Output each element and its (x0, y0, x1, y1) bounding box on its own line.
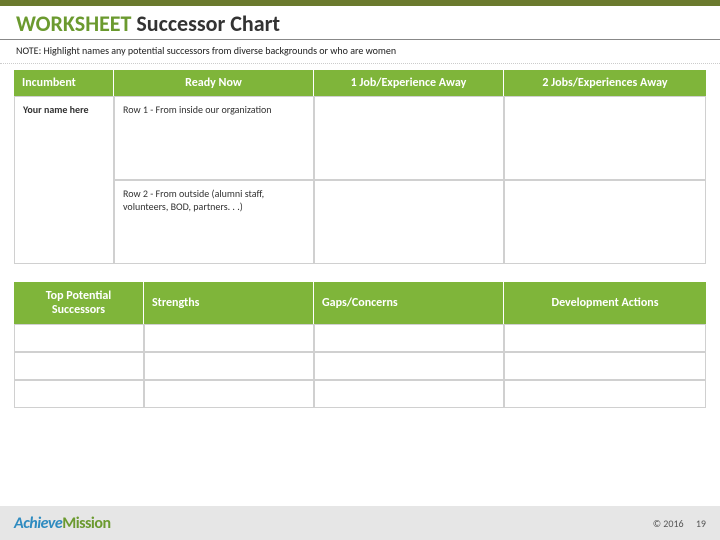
cell (14, 324, 144, 352)
cell (504, 352, 706, 380)
table-row: Row 2 - From outside (alumni staff, volu… (14, 180, 706, 264)
content-area: Incumbent Ready Now 1 Job/Experience Awa… (0, 70, 720, 408)
row2-one-away (314, 180, 504, 264)
cell (504, 324, 706, 352)
row2-ready: Row 2 - From outside (alumni staff, volu… (114, 180, 314, 264)
table-row (14, 324, 706, 352)
cell (144, 380, 314, 408)
successor-table-header-row: Incumbent Ready Now 1 Job/Experience Awa… (14, 70, 706, 96)
col-gaps: Gaps/Concerns (314, 282, 504, 324)
col-two-away: 2 Jobs/Experiences Away (504, 70, 706, 96)
cell (14, 380, 144, 408)
successor-table: Incumbent Ready Now 1 Job/Experience Awa… (14, 70, 706, 264)
logo-part-achieve: Achieve (14, 514, 62, 533)
page-number: 19 (696, 517, 706, 530)
col-ready-now: Ready Now (114, 70, 314, 96)
copyright-text: © 2016 (653, 517, 684, 530)
col-incumbent: Incumbent (14, 70, 114, 96)
incumbent-cell: Your name here (14, 96, 114, 264)
row2-two-away (504, 180, 706, 264)
row1-two-away (504, 96, 706, 180)
cell (314, 352, 504, 380)
page-title: WORKSHEET Successor Chart (16, 10, 704, 37)
table-row (14, 380, 706, 408)
cell (314, 324, 504, 352)
col-dev-actions: Development Actions (504, 282, 706, 324)
table-row (14, 352, 706, 380)
title-rest: Successor Chart (131, 10, 280, 37)
footer-right: © 2016 19 (643, 517, 706, 530)
cell (144, 352, 314, 380)
table-row: Your name here Row 1 - From inside our o… (14, 96, 706, 180)
cell (14, 352, 144, 380)
title-accent: WORKSHEET (16, 10, 131, 37)
row1-one-away (314, 96, 504, 180)
col-one-away: 1 Job/Experience Away (314, 70, 504, 96)
col-top-successors: Top Potential Successors (14, 282, 144, 324)
row1-ready: Row 1 - From inside our organization (114, 96, 314, 180)
development-table-header-row: Top Potential Successors Strengths Gaps/… (14, 282, 706, 324)
logo-part-mission: Mission (62, 514, 110, 533)
cell (314, 380, 504, 408)
title-row: WORKSHEET Successor Chart (0, 6, 720, 40)
cell (504, 380, 706, 408)
cell (144, 324, 314, 352)
note-line: NOTE: Highlight names any potential succ… (0, 42, 720, 64)
col-strengths: Strengths (144, 282, 314, 324)
footer-logo: AchieveMission (14, 514, 111, 533)
footer-bar: AchieveMission © 2016 19 (0, 506, 720, 540)
development-table: Top Potential Successors Strengths Gaps/… (14, 282, 706, 408)
